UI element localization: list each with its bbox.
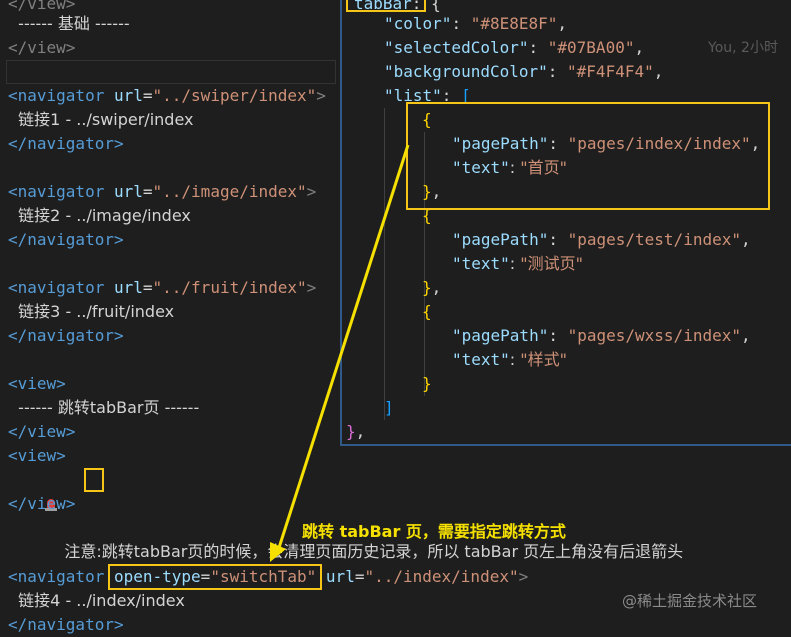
- pointer-arrow-line: [275, 144, 410, 555]
- pointer-arrowhead: [270, 542, 286, 562]
- watermark: @稀土掘金技术社区: [622, 592, 758, 610]
- annotation-text: 跳转 tabBar 页，需要指定跳转方式: [302, 522, 566, 541]
